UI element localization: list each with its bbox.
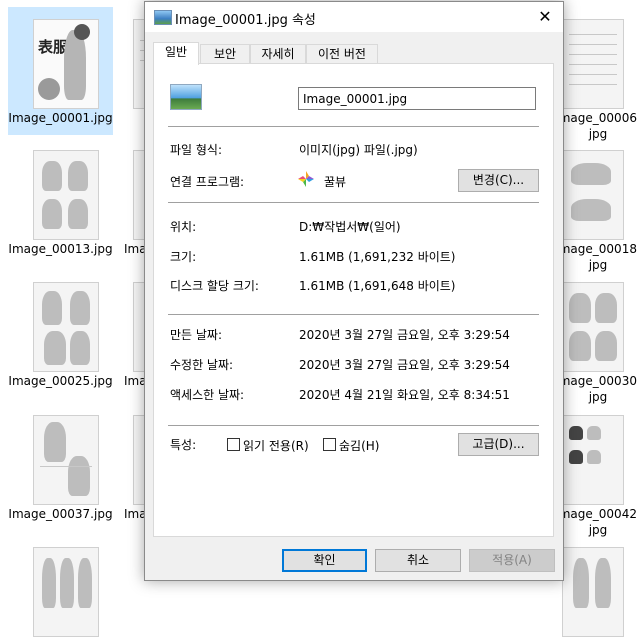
file-name-label: Image_00001.jpg: [8, 111, 113, 125]
thumbnail-image: [33, 150, 99, 240]
image-file-icon: [170, 84, 202, 110]
thumbnail-image: [562, 19, 624, 109]
file-name-label: Image_00037.jpg: [8, 507, 113, 521]
accessed-label: 액세스한 날짜:: [170, 388, 245, 402]
tab-security[interactable]: 보안: [200, 44, 250, 64]
general-tab-panel: 파일 형식: 이미지(jpg) 파일(.jpg) 연결 프로그램: 꿀뷰 변경(…: [153, 63, 554, 537]
created-value: 2020년 3월 27일 금요일, 오후 3:29:54: [299, 328, 510, 342]
file-name-label: Image_00013.jpg: [8, 242, 113, 256]
file-name-label: Image_00030.jpg: [555, 374, 637, 404]
thumbnail-image: [562, 150, 624, 240]
size-label: 크기:: [170, 250, 197, 264]
file-thumbnail-image-00025[interactable]: Image_00025.jpg: [8, 270, 113, 398]
change-program-button[interactable]: 변경(C)...: [458, 169, 539, 192]
divider: [168, 126, 539, 127]
readonly-label[interactable]: 읽기 전용(R): [243, 437, 309, 454]
apply-button[interactable]: 적용(A): [469, 549, 555, 572]
file-type-label: 파일 형식:: [170, 143, 223, 157]
readonly-checkbox[interactable]: [227, 438, 240, 451]
file-name-label: Image_00042.jpg: [555, 507, 637, 537]
thumbnail-image: [33, 282, 99, 372]
location-label: 위치:: [170, 220, 197, 234]
location-value: D:₩작법서₩(일어): [299, 220, 401, 234]
divider: [168, 425, 539, 426]
hidden-label[interactable]: 숨김(H): [339, 437, 379, 454]
opens-with-value: 꿀뷰: [324, 175, 347, 189]
advanced-button[interactable]: 고급(D)...: [458, 433, 539, 456]
file-thumbnail-image-00013[interactable]: Image_00013.jpg: [8, 138, 113, 266]
image-file-icon: [154, 10, 172, 25]
thumbnail-image: [562, 547, 624, 637]
created-label: 만든 날짜:: [170, 328, 223, 342]
attributes-label: 특성:: [170, 438, 197, 452]
properties-dialog: Image_00001.jpg 속성 ✕ 일반 보안 자세히 이전 버전 파일 …: [144, 1, 564, 581]
ok-button[interactable]: 확인: [282, 549, 367, 572]
file-name-input[interactable]: [298, 87, 536, 110]
opens-with-label: 연결 프로그램:: [170, 175, 245, 189]
cancel-button[interactable]: 취소: [375, 549, 461, 572]
accessed-value: 2020년 4월 21일 화요일, 오후 8:34:51: [299, 388, 510, 402]
file-name-label: Image_00018.jpg: [555, 242, 637, 272]
close-icon[interactable]: ✕: [527, 2, 563, 32]
thumbnail-image: [562, 282, 624, 372]
modified-value: 2020년 3월 27일 금요일, 오후 3:29:54: [299, 358, 510, 372]
divider: [168, 314, 539, 315]
file-thumbnail-partial[interactable]: [8, 535, 113, 637]
file-name-label: Image_00025.jpg: [8, 374, 113, 388]
thumbnail-image: 表服: [33, 19, 99, 109]
file-thumbnail-image-00037[interactable]: Image_00037.jpg: [8, 403, 113, 531]
tab-previous-versions[interactable]: 이전 버전: [306, 44, 378, 64]
thumbnail-image: [33, 547, 99, 637]
hidden-checkbox[interactable]: [323, 438, 336, 451]
honeyview-app-icon: [298, 171, 314, 187]
file-thumbnail-image-00001[interactable]: 表服 Image_00001.jpg: [8, 7, 113, 135]
dialog-title-bar[interactable]: Image_00001.jpg 속성 ✕: [145, 2, 563, 32]
size-value: 1.61MB (1,691,232 바이트): [299, 250, 456, 264]
tab-details[interactable]: 자세히: [250, 44, 306, 64]
thumbnail-image: [562, 415, 624, 505]
divider: [168, 202, 539, 203]
dialog-title: Image_00001.jpg 속성: [175, 13, 316, 28]
modified-label: 수정한 날짜:: [170, 358, 234, 372]
size-on-disk-label: 디스크 할당 크기:: [170, 279, 259, 293]
thumbnail-image: [33, 415, 99, 505]
file-type-value: 이미지(jpg) 파일(.jpg): [299, 143, 418, 157]
tab-general[interactable]: 일반: [153, 42, 199, 65]
size-on-disk-value: 1.61MB (1,691,648 바이트): [299, 279, 456, 293]
